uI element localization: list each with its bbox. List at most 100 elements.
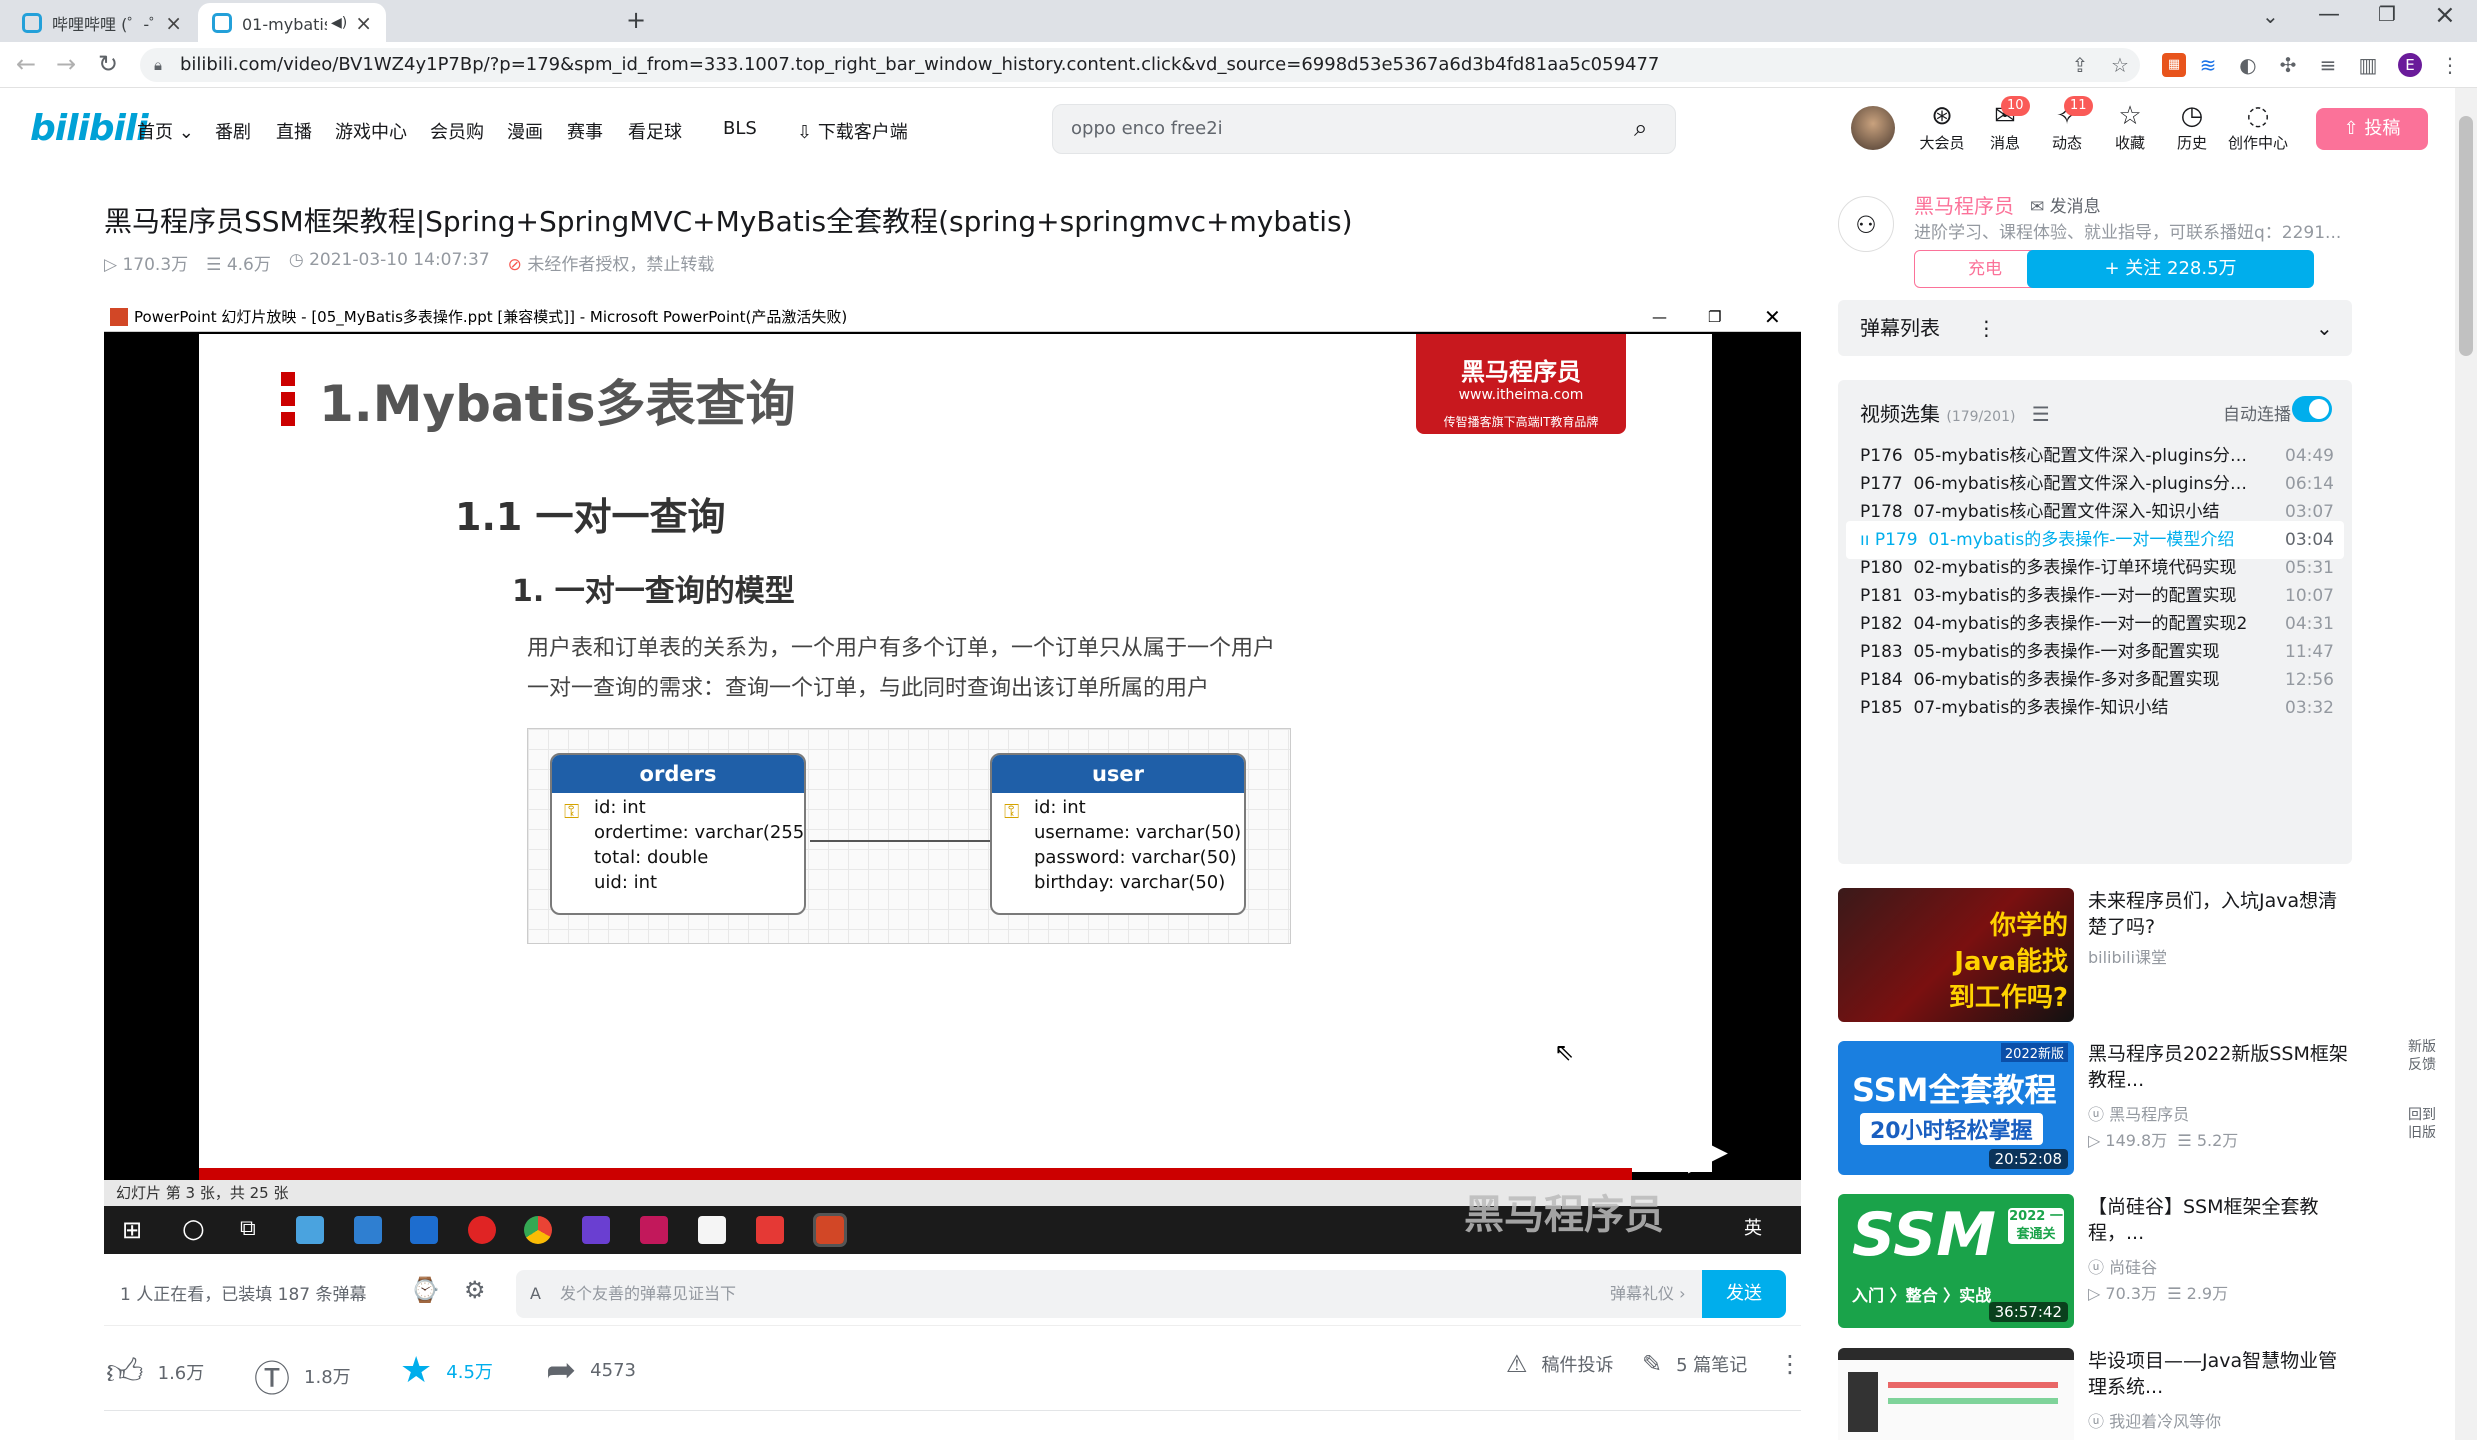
upload-button[interactable]: ⇧ 投稿 — [2316, 108, 2428, 150]
nav-bls[interactable]: BLS — [723, 118, 757, 139]
thumbs-up-icon: 👍︎ — [106, 1352, 144, 1393]
more-actions-icon[interactable]: ⋮ — [1778, 1350, 1802, 1378]
report-button[interactable]: ⚠ 稿件投诉 — [1506, 1350, 1614, 1378]
episode-item[interactable]: P185 07-mybatis的多表操作-知识小结 03:32 — [1846, 689, 2344, 727]
header-favorites[interactable]: ☆ 收藏 — [2100, 100, 2160, 153]
minimize-button[interactable]: — — [2318, 2, 2340, 27]
side-panel-icon[interactable]: ▥ — [2356, 53, 2380, 77]
recommended-title[interactable]: 未来程序员们，入坑Java想清楚了吗? — [2088, 888, 2352, 940]
recommended-video[interactable]: 毕设项目——Java智慧物业管理系统... ⓤ 我迎着冷风等你 — [1838, 1348, 2352, 1440]
nav-anime[interactable]: 番剧 — [215, 118, 251, 144]
address-bar[interactable]: 🔒︎ bilibili.com/video/BV1WZ4y1P7Bp/?p=17… — [140, 48, 2140, 82]
reload-button[interactable]: ↻ — [92, 50, 124, 78]
back-button[interactable]: ← — [10, 50, 42, 78]
video-player[interactable]: PowerPoint 幻灯片放映 - [05_MyBatis多表操作.ppt [… — [104, 302, 1801, 1254]
recommended-up[interactable]: ⓤ 我迎着冷风等你 — [2088, 1408, 2221, 1432]
scrollbar-thumb[interactable] — [2459, 116, 2473, 356]
slide-line-1: 用户表和订单表的关系为，一个用户有多个订单，一个订单只从属于一个用户 — [527, 636, 1276, 661]
search-icon[interactable]: ⌕ — [1634, 114, 1647, 142]
tab-close-icon[interactable]: × — [165, 11, 182, 35]
extension-icon[interactable]: ▦ — [2162, 53, 2186, 77]
uploader-name[interactable]: 黑马程序员 — [1914, 190, 2014, 219]
extension-icon[interactable]: ≋ — [2196, 53, 2220, 77]
search-input[interactable]: oppo enco free2i — [1052, 104, 1676, 154]
upload-icon: ⇧ — [2343, 118, 2365, 139]
speaker-icon[interactable]: ◀) — [331, 15, 347, 31]
video-thumbnail[interactable]: SSM 2022 一套通关 入门 〉整合 〉实战 36:57:42 — [1838, 1194, 2074, 1328]
nav-esports[interactable]: 赛事 — [567, 118, 603, 144]
new-tab-button[interactable]: + — [626, 6, 646, 34]
restore-button[interactable]: ❐ — [2378, 2, 2396, 26]
user-avatar[interactable] — [1851, 106, 1895, 150]
share-icon[interactable]: ⇪ — [2068, 53, 2092, 77]
tab-search-icon[interactable]: ⌄ — [2262, 4, 2279, 28]
bilibili-tab-icon — [212, 12, 232, 33]
new-version-feedback-button[interactable]: 新版反馈 — [2402, 1038, 2442, 1074]
nav-home[interactable]: 首页 ⌄ — [137, 118, 194, 144]
nav-download-client[interactable]: ⇩ 下载客户端 — [797, 118, 908, 144]
extensions-puzzle-icon[interactable]: ✣ — [2276, 53, 2300, 77]
recommended-stats: ▷ 70.3万 ☰ 2.9万 — [2088, 1284, 2229, 1303]
page-scrollbar[interactable] — [2455, 88, 2477, 1440]
follow-button[interactable]: + 关注 228.5万 — [2027, 250, 2314, 288]
tab-current-video[interactable]: 01-mybatis的多表操作-一对一模型介绍 ◀) × — [198, 3, 386, 42]
bilibili-logo[interactable]: bilibili — [30, 108, 149, 149]
uploader-avatar[interactable]: ⚇ — [1838, 196, 1894, 252]
recommended-up[interactable]: bilibili课堂 — [2088, 944, 2167, 968]
nav-live[interactable]: 直播 — [276, 118, 312, 144]
video-thumbnail[interactable] — [1838, 1348, 2074, 1440]
notes-button[interactable]: ✎ 5 篇笔记 — [1642, 1350, 1747, 1378]
media-control-icon[interactable]: ≡ — [2316, 53, 2340, 77]
back-to-old-version-button[interactable]: 回到旧版 — [2402, 1106, 2442, 1142]
warning-icon: ⚠ — [1506, 1350, 1528, 1378]
task-view-icon: ⧉ — [240, 1216, 256, 1241]
recommended-video[interactable]: SSM 2022 一套通关 入门 〉整合 〉实战 36:57:42 【尚硅谷】S… — [1838, 1194, 2352, 1330]
header-history[interactable]: ◷ 历史 — [2162, 100, 2222, 153]
nav-football[interactable]: 看足球 — [628, 118, 682, 144]
profile-avatar[interactable]: E — [2398, 53, 2422, 77]
autoplay-toggle[interactable] — [2292, 396, 2332, 422]
nav-game-center[interactable]: 游戏中心 — [335, 118, 407, 144]
share-button[interactable]: ➦ 4573 — [546, 1350, 636, 1391]
danmaku-etiquette-link[interactable]: 弹幕礼仪 › — [1610, 1270, 1686, 1318]
coin-button[interactable]: Ⓣ 1.8万 — [254, 1350, 351, 1402]
send-message-link[interactable]: ✉ 发消息 — [2030, 192, 2101, 217]
like-button[interactable]: 👍︎ 1.6万 — [106, 1350, 204, 1394]
slide-title: 1.Mybatis多表查询 — [319, 375, 796, 433]
nav-manga[interactable]: 漫画 — [507, 118, 543, 144]
recommended-video[interactable]: 2022新版 SSM全套教程 20小时轻松掌握 20:52:08 黑马程序员20… — [1838, 1041, 2352, 1177]
favorite-button[interactable]: ★ 4.5万 — [400, 1350, 493, 1391]
danmaku-toggle-icon[interactable]: ⌚ — [410, 1276, 440, 1304]
publish-date: ◷ 2021-03-10 14:07:37 — [288, 250, 490, 270]
browser-menu-icon[interactable]: ⋮ — [2438, 53, 2462, 77]
recommended-video[interactable]: 你学的Java能找到工作吗? 未来程序员们，入坑Java想清楚了吗? bilib… — [1838, 888, 2352, 1024]
bookmark-star-icon[interactable]: ☆ — [2108, 53, 2132, 77]
notes-icon: ✎ — [1642, 1350, 1663, 1378]
tab-close-icon[interactable]: × — [355, 11, 372, 35]
recommended-title[interactable]: 【尚硅谷】SSM框架全套教程，... — [2088, 1194, 2352, 1246]
chrome-icon — [524, 1216, 552, 1244]
slide-subtitle-2: 1. 一对一查询的模型 — [512, 574, 795, 609]
video-thumbnail[interactable]: 你学的Java能找到工作吗? — [1838, 888, 2074, 1022]
recommended-up[interactable]: ⓤ 黑马程序员 — [2088, 1101, 2189, 1125]
window-close-button[interactable]: × — [2434, 0, 2456, 30]
nav-shop[interactable]: 会员购 — [430, 118, 484, 144]
danmaku-input[interactable]: A 发个友善的弹幕见证当下 — [516, 1270, 1716, 1318]
danmaku-settings-icon[interactable]: ⚙ — [464, 1276, 486, 1304]
send-danmaku-button[interactable]: 发送 — [1702, 1270, 1786, 1318]
play-count-icon: ▷ — [2088, 1131, 2106, 1150]
recommended-up[interactable]: ⓤ 尚硅谷 — [2088, 1254, 2157, 1278]
text-style-icon: A — [530, 1284, 541, 1303]
ppt-slide: 1.Mybatis多表查询 黑马程序员 www.itheima.com 传智播客… — [199, 334, 1712, 1172]
play-button-icon[interactable]: ▶ — [1688, 1120, 1728, 1180]
video-thumbnail[interactable]: 2022新版 SSM全套教程 20小时轻松掌握 20:52:08 — [1838, 1041, 2074, 1175]
key-icon: ⚿ — [1004, 799, 1020, 823]
header-vip[interactable]: ⊛ 大会员 — [1912, 100, 1972, 153]
forward-button[interactable]: → — [50, 50, 82, 78]
danmaku-list-panel[interactable]: 弹幕列表 ⋮ ⌄ — [1838, 300, 2352, 356]
dark-mode-icon[interactable]: ◐ — [2236, 53, 2260, 77]
header-creator-center[interactable]: ◌ 创作中心 — [2223, 100, 2293, 153]
recommended-title[interactable]: 黑马程序员2022新版SSM框架教程... — [2088, 1041, 2352, 1093]
tab-bilibili-home[interactable]: 哔哩哔哩 (゜-゜)つロ 干杯~-bilibili × — [8, 3, 196, 42]
recommended-title[interactable]: 毕设项目——Java智慧物业管理系统... — [2088, 1348, 2352, 1400]
